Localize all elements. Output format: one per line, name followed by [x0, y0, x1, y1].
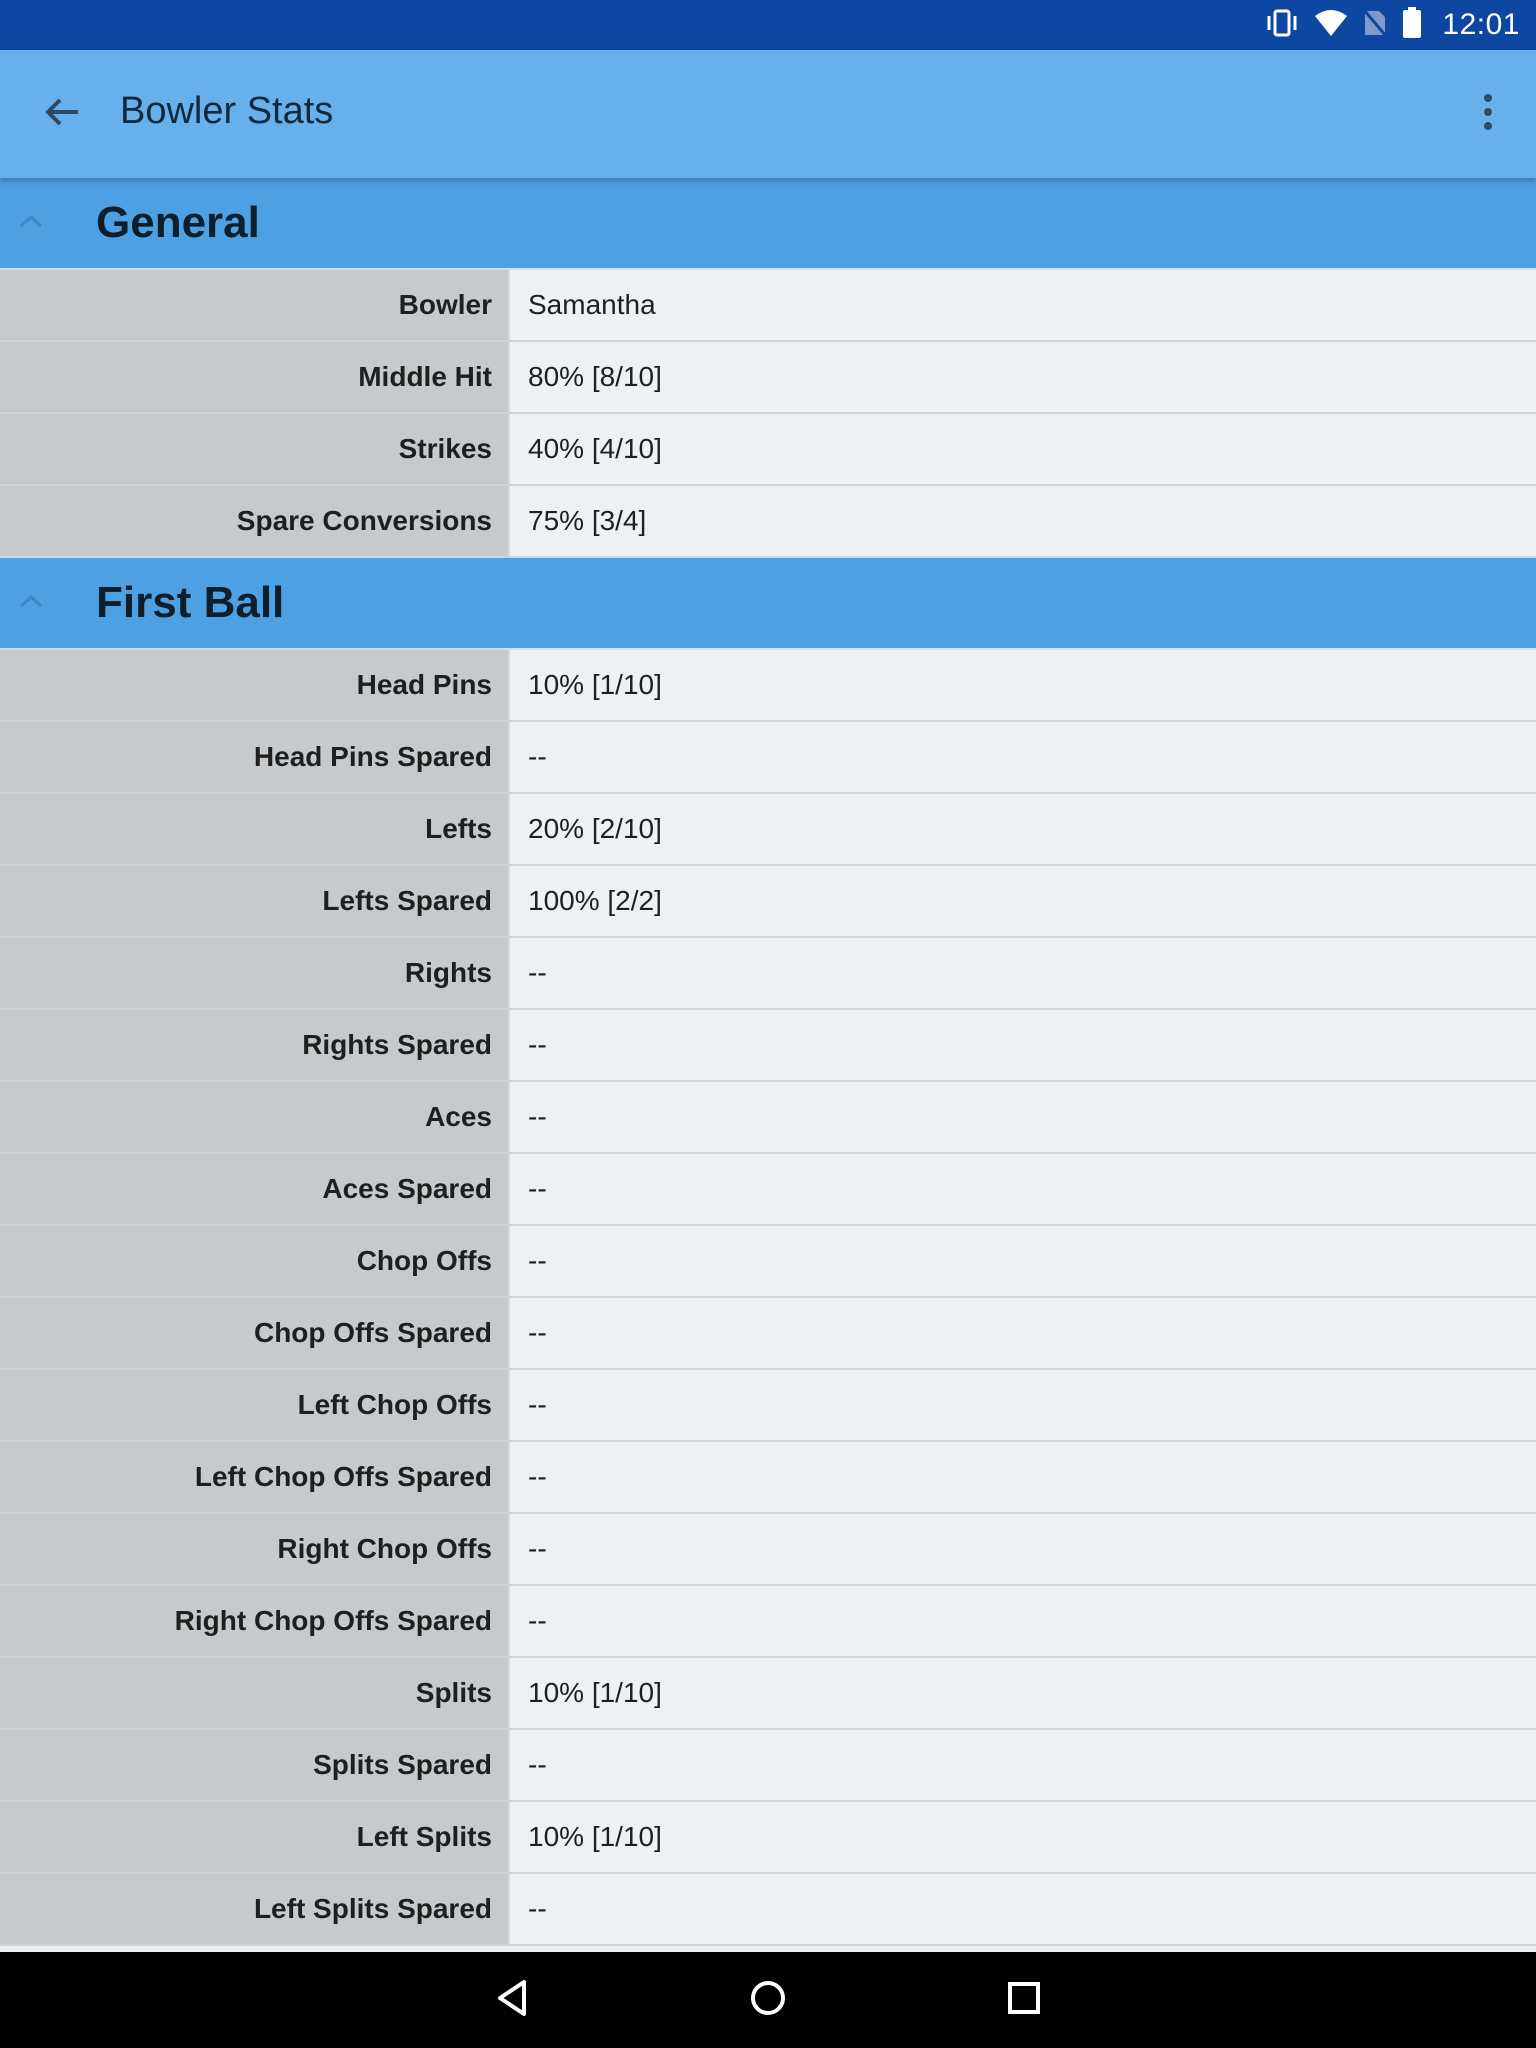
- stat-label: Aces Spared: [0, 1154, 510, 1224]
- stat-value: --: [510, 1154, 1536, 1224]
- stat-row: Aces Spared --: [0, 1154, 1536, 1226]
- app-bar: Bowler Stats: [0, 50, 1536, 178]
- stat-row: Head Pins Spared --: [0, 722, 1536, 794]
- stat-label: Aces: [0, 1082, 510, 1152]
- stat-row: Aces --: [0, 1082, 1536, 1154]
- stat-value: --: [510, 1226, 1536, 1296]
- stat-row: Splits 10% [1/10]: [0, 1658, 1536, 1730]
- status-bar: 12:01: [0, 0, 1536, 50]
- stat-row: Right Chop Offs --: [0, 1514, 1536, 1586]
- stat-row: Left Splits Spared --: [0, 1874, 1536, 1946]
- stat-row: Lefts Spared 100% [2/2]: [0, 866, 1536, 938]
- stat-value: 10% [1/10]: [510, 1658, 1536, 1728]
- stat-value: --: [510, 1370, 1536, 1440]
- stat-value: 40% [4/10]: [510, 414, 1536, 484]
- stat-row: Left Chop Offs --: [0, 1370, 1536, 1442]
- status-icons: 12:01: [1264, 0, 1520, 50]
- stat-row: Head Pins 10% [1/10]: [0, 650, 1536, 722]
- stat-value: 100% [2/2]: [510, 866, 1536, 936]
- status-time: 12:01: [1442, 8, 1520, 41]
- stat-label: Head Pins Spared: [0, 722, 510, 792]
- stat-value: --: [510, 1586, 1536, 1656]
- stat-value: --: [510, 1730, 1536, 1800]
- stat-label: Right Chop Offs Spared: [0, 1586, 510, 1656]
- stat-label: Left Chop Offs Spared: [0, 1442, 510, 1512]
- stat-row: Strikes 40% [4/10]: [0, 414, 1536, 486]
- stat-row: Middle Hit 80% [8/10]: [0, 342, 1536, 414]
- overflow-menu-button[interactable]: [1460, 86, 1516, 142]
- stat-row: Splits Spared --: [0, 1730, 1536, 1802]
- stats-list[interactable]: General Bowler Samantha Middle Hit 80% [8/…: [0, 178, 1536, 1952]
- stat-value: 10% [1/10]: [510, 1802, 1536, 1872]
- nav-home-button[interactable]: [738, 1970, 798, 2030]
- stat-value: --: [510, 938, 1536, 1008]
- stat-label: Lefts: [0, 794, 510, 864]
- system-nav-bar: [0, 1952, 1536, 2048]
- stat-row: Bowler Samantha: [0, 270, 1536, 342]
- stat-value: --: [510, 1082, 1536, 1152]
- circle-home-icon: [748, 1978, 788, 2023]
- stat-label: Spare Conversions: [0, 486, 510, 556]
- wifi-icon: [1314, 8, 1348, 43]
- stat-label: Left Chop Offs: [0, 1370, 510, 1440]
- stat-value: Samantha: [510, 270, 1536, 340]
- stat-row: Lefts 20% [2/10]: [0, 794, 1536, 866]
- stat-label: Bowler: [0, 270, 510, 340]
- stat-value: 75% [3/4]: [510, 486, 1536, 556]
- section-header-general[interactable]: General: [0, 178, 1536, 270]
- stat-label: Rights Spared: [0, 1010, 510, 1080]
- stat-row: Spare Conversions 75% [3/4]: [0, 486, 1536, 558]
- stat-row: Right Chop Offs Spared --: [0, 1586, 1536, 1658]
- section-title: First Ball: [96, 578, 285, 627]
- stat-row: Left Splits 10% [1/10]: [0, 1802, 1536, 1874]
- nav-recents-button[interactable]: [994, 1970, 1054, 2030]
- page-title: Bowler Stats: [120, 90, 334, 132]
- vibrate-icon: [1264, 8, 1300, 43]
- section-header-first-ball[interactable]: First Ball: [0, 558, 1536, 650]
- stat-value: --: [510, 1442, 1536, 1512]
- stat-value: --: [510, 1874, 1536, 1944]
- stat-value: --: [510, 722, 1536, 792]
- triangle-back-icon: [492, 1978, 532, 2023]
- stat-label: Chop Offs Spared: [0, 1298, 510, 1368]
- square-recents-icon: [1004, 1978, 1044, 2023]
- stat-value: --: [510, 1298, 1536, 1368]
- back-button[interactable]: [34, 86, 90, 142]
- stat-row: Rights --: [0, 938, 1536, 1010]
- stat-row: Chop Offs --: [0, 1226, 1536, 1298]
- stat-label: Left Splits: [0, 1802, 510, 1872]
- stat-row: Chop Offs Spared --: [0, 1298, 1536, 1370]
- stat-label: Rights: [0, 938, 510, 1008]
- chevron-up-icon: [16, 586, 46, 616]
- stat-value: --: [510, 1514, 1536, 1584]
- arrow-back-icon: [42, 92, 82, 137]
- stat-value: 80% [8/10]: [510, 342, 1536, 412]
- stat-label: Middle Hit: [0, 342, 510, 412]
- stat-value: --: [510, 1010, 1536, 1080]
- stat-label: Chop Offs: [0, 1226, 510, 1296]
- stat-label: Left Splits Spared: [0, 1874, 510, 1944]
- stat-label: Strikes: [0, 414, 510, 484]
- stat-value: 10% [1/10]: [510, 650, 1536, 720]
- stat-row: Left Chop Offs Spared --: [0, 1442, 1536, 1514]
- stat-row: Rights Spared --: [0, 1010, 1536, 1082]
- stat-value: 20% [2/10]: [510, 794, 1536, 864]
- stat-label: Head Pins: [0, 650, 510, 720]
- chevron-up-icon: [16, 206, 46, 236]
- nav-back-button[interactable]: [482, 1970, 542, 2030]
- no-sim-icon: [1362, 8, 1388, 43]
- battery-icon: [1402, 6, 1422, 44]
- stat-label: Right Chop Offs: [0, 1514, 510, 1584]
- stat-label: Splits: [0, 1658, 510, 1728]
- section-title: General: [96, 198, 260, 247]
- stat-label: Splits Spared: [0, 1730, 510, 1800]
- stat-label: Lefts Spared: [0, 866, 510, 936]
- more-vert-icon: [1482, 92, 1494, 137]
